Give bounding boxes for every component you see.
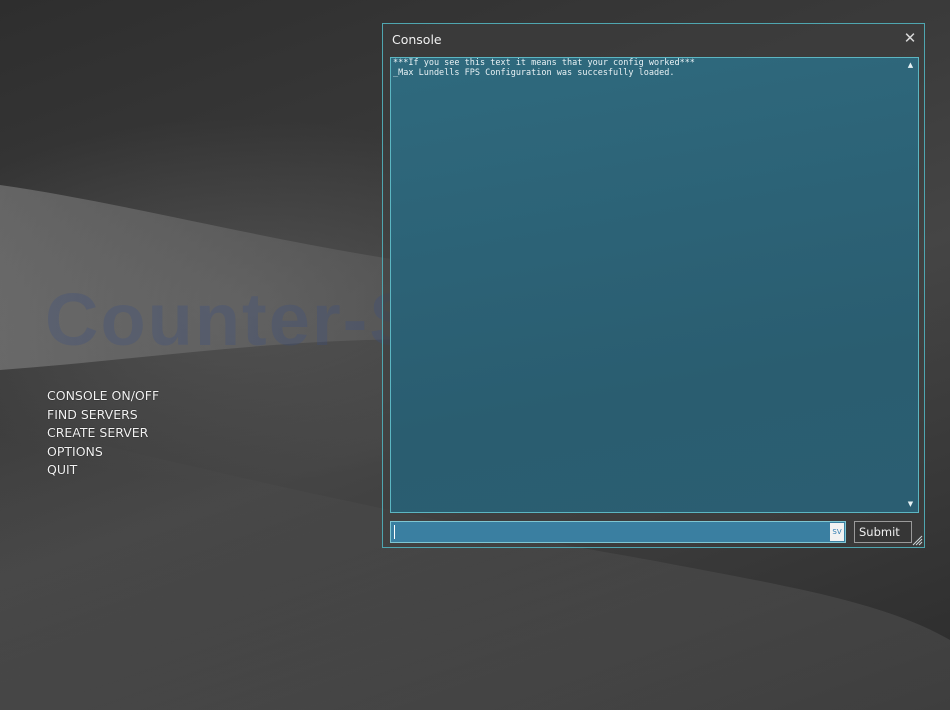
console-titlebar[interactable]: Console ✕ bbox=[383, 24, 924, 54]
log-line: ***If you see this text it means that yo… bbox=[393, 58, 695, 68]
scroll-down-arrow-icon[interactable]: ▼ bbox=[906, 500, 915, 509]
close-icon[interactable]: ✕ bbox=[902, 29, 918, 47]
scroll-up-arrow-icon[interactable]: ▲ bbox=[906, 61, 915, 70]
main-menu: CONSOLE ON/OFF FIND SERVERS CREATE SERVE… bbox=[47, 387, 159, 480]
input-language-indicator: SV bbox=[830, 523, 844, 541]
console-log-text: ***If you see this text it means that yo… bbox=[393, 58, 898, 78]
menu-item-options[interactable]: OPTIONS bbox=[47, 443, 159, 462]
console-title: Console bbox=[392, 32, 442, 47]
menu-item-quit[interactable]: QUIT bbox=[47, 461, 159, 480]
log-line: _Max Lundells FPS Configuration was succ… bbox=[393, 68, 675, 78]
submit-button[interactable]: Submit bbox=[854, 521, 912, 543]
console-log[interactable]: ***If you see this text it means that yo… bbox=[390, 57, 919, 513]
menu-item-console-toggle[interactable]: CONSOLE ON/OFF bbox=[47, 387, 159, 406]
console-window: Console ✕ ***If you see this text it mea… bbox=[382, 23, 925, 548]
menu-item-create-server[interactable]: CREATE SERVER bbox=[47, 424, 159, 443]
command-input-box[interactable]: SV bbox=[390, 521, 846, 543]
text-caret bbox=[394, 525, 395, 539]
command-input[interactable] bbox=[391, 522, 829, 542]
resize-grip-icon[interactable] bbox=[912, 535, 923, 546]
menu-item-find-servers[interactable]: FIND SERVERS bbox=[47, 406, 159, 425]
